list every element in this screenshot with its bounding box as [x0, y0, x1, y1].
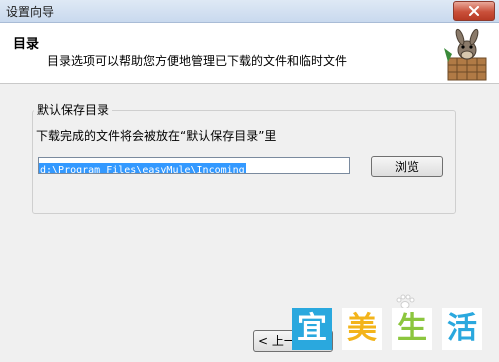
title-bar: 设置向导	[0, 0, 499, 23]
instruction-text: 下载完成的文件将会被放在“默认保存目录”里	[36, 129, 277, 143]
close-button[interactable]	[453, 1, 495, 21]
save-path-value: d:\Program Files\easyMule\Incoming	[39, 163, 246, 173]
group-legend: 默认保存目录	[34, 101, 113, 118]
browse-button[interactable]: 浏览	[371, 156, 443, 177]
save-path-input[interactable]: d:\Program Files\easyMule\Incoming	[38, 157, 350, 174]
watermark-char: 宜	[292, 308, 332, 350]
page-description: 目录选项可以帮助您方便地管理已下载的文件和临时文件	[47, 54, 348, 68]
wizard-header: 目录 目录选项可以帮助您方便地管理已下载的文件和临时文件	[0, 23, 499, 84]
watermark-char: 美	[342, 308, 382, 350]
watermark-logo: 宜 美 生 活	[290, 294, 494, 358]
close-icon	[469, 6, 479, 16]
watermark-char: 生	[392, 308, 432, 350]
easymule-mascot-icon	[444, 28, 487, 81]
watermark-char: 活	[442, 308, 482, 350]
window-title: 设置向导	[6, 5, 55, 19]
page-title: 目录	[13, 37, 40, 52]
